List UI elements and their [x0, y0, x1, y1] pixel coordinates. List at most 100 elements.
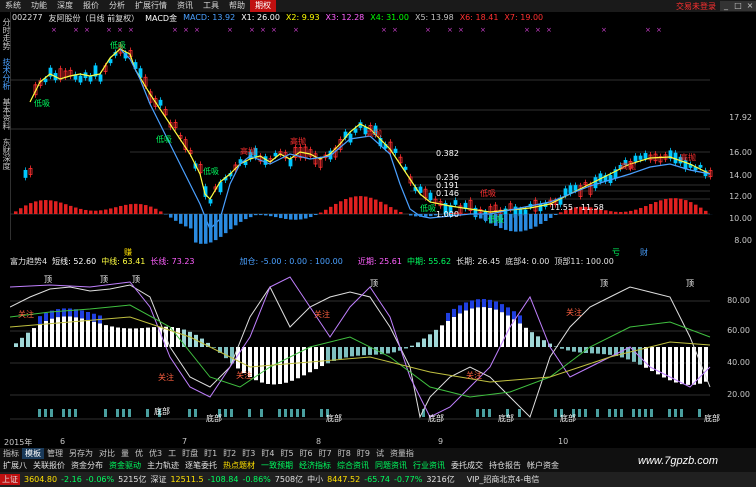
ind2-base-tick — [668, 409, 671, 417]
candle-body — [393, 148, 398, 153]
macd-bar — [159, 211, 163, 214]
macd-bar — [179, 214, 183, 224]
ind2-top-bar — [470, 300, 474, 309]
ind2-top-bar — [446, 312, 450, 321]
indicator-tab[interactable]: 优3 — [146, 448, 165, 459]
ind2-top-bar — [458, 305, 462, 314]
macd-bar — [464, 213, 468, 214]
ind2-bar — [680, 347, 684, 385]
macd-bar — [264, 214, 268, 216]
macd-bar — [24, 205, 28, 214]
menu-analysis[interactable]: 分析 — [104, 0, 130, 12]
extension-tab[interactable]: 关联报价 — [30, 460, 68, 471]
extension-tab[interactable]: 帐户资金 — [524, 460, 562, 471]
indicator-tab[interactable]: 盯7 — [316, 448, 335, 459]
candle-body — [638, 155, 643, 160]
indicator-tab[interactable]: 盯8 — [335, 448, 354, 459]
annotation-high-4: 高抛 — [620, 162, 636, 171]
server-name[interactable]: VIP_招商北京4-电信 — [467, 474, 540, 485]
macd-bar — [484, 214, 488, 221]
menu-depth[interactable]: 深度 — [52, 0, 78, 12]
ind2-bar — [410, 345, 414, 347]
indicator-tab[interactable]: 试 — [373, 448, 387, 459]
extension-tab[interactable]: 资金分布 — [68, 460, 106, 471]
menu-help[interactable]: 帮助 — [224, 0, 250, 12]
menu-news[interactable]: 资讯 — [172, 0, 198, 12]
macd-bar — [334, 203, 338, 214]
signal-marker: × — [546, 26, 552, 34]
indicator-name[interactable]: MACD金 — [145, 13, 177, 24]
sh-index-name[interactable]: 上证 — [0, 474, 20, 485]
indicator-tab[interactable]: 盯3 — [239, 448, 258, 459]
extension-tab[interactable]: 热点题材 — [220, 460, 258, 471]
ind2-bar — [464, 310, 468, 347]
indicator-tab[interactable]: 对比 — [96, 448, 118, 459]
minimize-icon[interactable]: _ — [720, 1, 732, 11]
indicator-tab[interactable]: 盯2 — [220, 448, 239, 459]
indicator-tab[interactable]: 盯5 — [277, 448, 296, 459]
ind2-bar — [50, 318, 54, 347]
x-axis-8: 8 — [316, 437, 322, 446]
x-axis-9: 9 — [438, 437, 444, 446]
sz-index-name[interactable]: 深证 — [150, 474, 166, 485]
extension-tab[interactable]: 综合资讯 — [334, 460, 372, 471]
indicator-tab[interactable]: 盯4 — [258, 448, 277, 459]
extension-tab[interactable]: 同题资讯 — [372, 460, 410, 471]
indicator-tab[interactable]: 盯9 — [354, 448, 373, 459]
ind2-bar — [596, 347, 600, 354]
extension-tab[interactable]: 扩展八 — [0, 460, 30, 471]
x-axis-6: 6 — [60, 437, 66, 446]
indicator-tab[interactable]: 优 — [132, 448, 146, 459]
macd-bar — [319, 212, 323, 214]
macd-bar — [154, 208, 158, 214]
extension-tab[interactable]: 主力轨迹 — [144, 460, 182, 471]
menu-options[interactable]: 期权 — [250, 0, 276, 12]
ind2-bar — [542, 340, 546, 347]
menu-extended-market[interactable]: 扩展行情 — [130, 0, 172, 12]
menu-function[interactable]: 功能 — [26, 0, 52, 12]
indicator-tab[interactable]: 量 — [118, 448, 132, 459]
indicator-tab[interactable]: 盯6 — [297, 448, 316, 459]
indicator-tab[interactable]: 模板 — [22, 448, 44, 459]
indicator-tab[interactable]: 另存为 — [66, 448, 96, 459]
indicator-tab[interactable]: 盯盘 — [179, 448, 201, 459]
indicator-tab[interactable]: 资量指 — [387, 448, 417, 459]
indicator-tab[interactable]: 工 — [165, 448, 179, 459]
menu-tools[interactable]: 工具 — [198, 0, 224, 12]
candle-body — [348, 133, 353, 143]
macd-bar — [544, 214, 548, 221]
ind2-long: 长线: 73.23 — [150, 257, 195, 266]
ind2-bottom: 底部4: 0.00 — [505, 257, 550, 266]
signal-marker: × — [425, 26, 431, 34]
ind2-bar — [152, 327, 156, 347]
smb-index-pct: -0.77% — [394, 475, 423, 484]
ind2-bar — [260, 347, 264, 383]
close-icon[interactable]: × — [744, 1, 756, 11]
ind2-base-tick — [482, 409, 485, 417]
indicator2-chart[interactable] — [10, 267, 756, 437]
menu-quotes[interactable]: 报价 — [78, 0, 104, 12]
login-status[interactable]: 交易未登录 — [676, 1, 720, 12]
smb-index-name[interactable]: 中小 — [307, 474, 323, 485]
extension-tab[interactable]: 持仓报告 — [486, 460, 524, 471]
extension-tab[interactable]: 一致预期 — [258, 460, 296, 471]
extension-tab[interactable]: 逐笔委托 — [182, 460, 220, 471]
indicator-tab[interactable]: 指标 — [0, 448, 22, 459]
menu-system[interactable]: 系统 — [0, 0, 26, 12]
tag-top-2: 顶 — [100, 275, 108, 284]
kline-chart[interactable]: × × × × × × × × × × × × × × × × × × × × × × × × × × — [10, 24, 756, 248]
extension-tab[interactable]: 行业资讯 — [410, 460, 448, 471]
macd-bar — [459, 212, 463, 214]
macd-bar — [504, 214, 508, 230]
sh-index-pct: -0.06% — [85, 475, 115, 484]
indicator-tab[interactable]: 管理 — [44, 448, 66, 459]
macd-bar — [144, 205, 148, 214]
ind2-title[interactable]: 富力趋势4 — [10, 256, 47, 267]
ind2-bar — [308, 347, 312, 373]
extension-tab[interactable]: 委托成交 — [448, 460, 486, 471]
extension-tab[interactable]: 资金驱动 — [106, 460, 144, 471]
extension-tab[interactable]: 经济指标 — [296, 460, 334, 471]
maximize-icon[interactable]: □ — [732, 1, 744, 11]
ind2-bar — [668, 347, 672, 381]
indicator-tab[interactable]: 盯1 — [201, 448, 220, 459]
